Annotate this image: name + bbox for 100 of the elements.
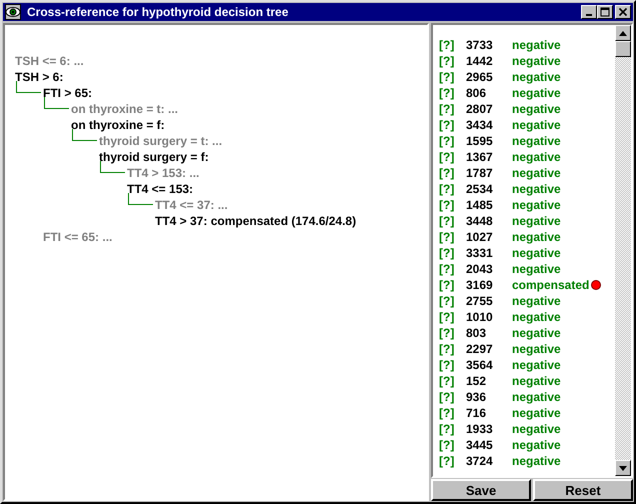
case-mark[interactable]: [?] [439, 406, 466, 420]
case-mark[interactable]: [?] [439, 422, 466, 436]
case-number: 803 [466, 326, 488, 340]
case-class: negative [512, 134, 561, 148]
case-number: 1787 [466, 166, 494, 180]
scroll-down-button[interactable] [615, 460, 631, 476]
case-class: negative [512, 70, 561, 84]
case-mark[interactable]: [?] [439, 198, 466, 212]
minimize-icon [586, 14, 592, 16]
tree-node[interactable]: TT4 <= 153: [127, 181, 194, 197]
case-number: 806 [466, 86, 488, 100]
case-mark[interactable]: [?] [439, 118, 466, 132]
case-mark[interactable]: [?] [439, 390, 466, 404]
flag-dot [591, 280, 602, 290]
tree-node[interactable]: TT4 > 153: ... [127, 165, 200, 181]
case-mark[interactable]: [?] [439, 342, 466, 356]
case-number: 1367 [466, 150, 494, 164]
case-mark[interactable]: [?] [439, 86, 466, 100]
case-number: 1485 [466, 198, 494, 212]
case-mark[interactable]: [?] [439, 310, 466, 324]
scroll-thumb[interactable] [615, 41, 631, 57]
case-class: negative [512, 38, 561, 52]
eye-icon [5, 4, 21, 20]
close-icon [618, 7, 628, 17]
tree-node[interactable]: on thyroxine = t: ... [71, 101, 178, 117]
tree-node[interactable]: TSH <= 6: ... [15, 53, 84, 69]
case-number: 2755 [466, 294, 494, 308]
case-number: 2534 [466, 182, 494, 196]
case-number: 3169 [466, 278, 494, 292]
tree-node[interactable]: TT4 <= 37: ... [155, 197, 228, 213]
scrollbar[interactable] [615, 25, 631, 476]
case-mark[interactable]: [?] [439, 438, 466, 452]
case-class: negative [512, 246, 561, 260]
case-class: negative [512, 294, 561, 308]
case-number: 716 [466, 406, 488, 420]
down-arrow-icon [619, 466, 627, 470]
case-class: negative [512, 198, 561, 212]
case-mark[interactable]: [?] [439, 182, 466, 196]
case-number: 3331 [466, 246, 494, 260]
case-number: 3564 [466, 358, 494, 372]
case-class: negative [512, 422, 561, 436]
tree-node[interactable]: thyroid surgery = f: [99, 149, 209, 165]
case-mark[interactable]: [?] [439, 150, 466, 164]
tree-node[interactable]: FTI > 65: [43, 85, 92, 101]
case-number: 3448 [466, 214, 494, 228]
case-mark[interactable]: [?] [439, 54, 466, 68]
case-class: negative [512, 54, 561, 68]
case-number: 2297 [466, 342, 494, 356]
case-number: 936 [466, 390, 488, 404]
maximize-button[interactable] [597, 5, 613, 19]
case-class: negative [512, 374, 561, 388]
case-class: negative [512, 358, 561, 372]
close-button[interactable] [615, 5, 631, 19]
case-number: 3445 [466, 438, 494, 452]
connector-line [128, 193, 153, 205]
case-class: negative [512, 166, 561, 180]
tree-node[interactable]: TT4 > 37: compensated (174.6/24.8) [155, 213, 356, 229]
case-number: 1442 [466, 54, 494, 68]
case-class: negative [512, 342, 561, 356]
case-class: negative [512, 230, 561, 244]
case-mark[interactable]: [?] [439, 38, 466, 52]
tree-node[interactable]: on thyroxine = f: [71, 117, 165, 133]
case-class: negative [512, 150, 561, 164]
case-class: compensated [512, 278, 590, 292]
case-class: negative [512, 406, 561, 420]
case-number: 1010 [466, 310, 494, 324]
case-mark[interactable]: [?] [439, 102, 466, 116]
case-number: 152 [466, 374, 488, 388]
tree-node[interactable]: thyroid surgery = t: ... [99, 133, 222, 149]
case-class: negative [512, 262, 561, 276]
case-class: negative [512, 454, 561, 468]
case-mark[interactable]: [?] [439, 134, 466, 148]
case-mark[interactable]: [?] [439, 214, 466, 228]
case-mark[interactable]: [?] [439, 70, 466, 84]
tree-node[interactable]: TSH > 6: [15, 69, 64, 85]
case-number: 2043 [466, 262, 494, 276]
case-mark[interactable]: [?] [439, 278, 466, 292]
case-mark[interactable]: [?] [439, 326, 466, 340]
case-number: 1595 [466, 134, 494, 148]
case-number: 3733 [466, 38, 494, 52]
case-mark[interactable]: [?] [439, 374, 466, 388]
case-mark[interactable]: [?] [439, 262, 466, 276]
case-number: 2807 [466, 102, 494, 116]
action-button[interactable]: Reset [533, 479, 633, 501]
case-class: negative [512, 86, 561, 100]
case-mark[interactable]: [?] [439, 230, 466, 244]
case-mark[interactable]: [?] [439, 454, 466, 468]
scroll-up-button[interactable] [615, 25, 631, 41]
case-class: negative [512, 214, 561, 228]
maximize-icon [600, 7, 610, 17]
minimize-button[interactable] [581, 5, 597, 19]
case-mark[interactable]: [?] [439, 294, 466, 308]
case-mark[interactable]: [?] [439, 246, 466, 260]
case-mark[interactable]: [?] [439, 358, 466, 372]
case-mark[interactable]: [?] [439, 166, 466, 180]
case-class: negative [512, 182, 561, 196]
action-button[interactable]: Save [431, 479, 531, 501]
window-title: Cross-reference for hypothyroid decision tree [27, 5, 290, 19]
case-class: negative [512, 310, 561, 324]
tree-node[interactable]: FTI <= 65: ... [43, 229, 112, 245]
